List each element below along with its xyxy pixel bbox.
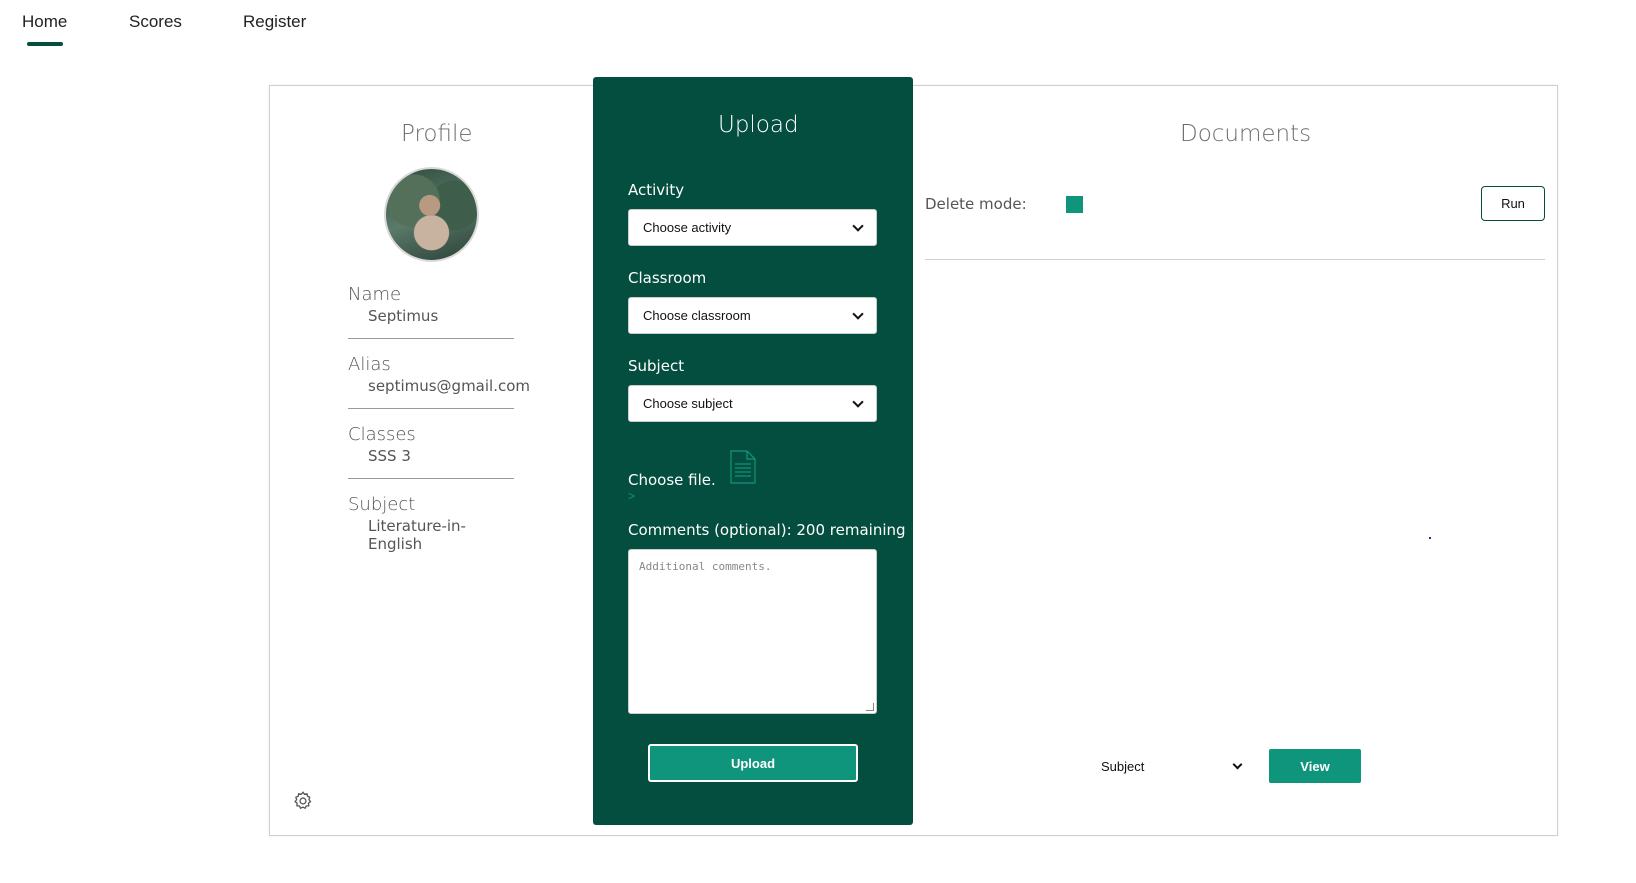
profile-subject: Subject Literature-in-English [348, 494, 514, 553]
subject-label: Subject [628, 357, 685, 375]
classroom-select-value: Choose classroom [643, 308, 751, 323]
subject-select[interactable]: Choose subject [628, 385, 877, 422]
choose-file-label[interactable]: Choose file. [628, 471, 716, 489]
chevron-down-icon [852, 307, 864, 320]
profile-alias: Alias septimus@gmail.com [348, 354, 531, 395]
upload-title: Upload [718, 112, 799, 138]
chevron-down-icon [1232, 759, 1243, 769]
nav-home[interactable]: Home [22, 12, 67, 32]
profile-alias-label: Alias [348, 354, 391, 375]
profile-classes: Classes SSS 3 [348, 424, 514, 465]
profile-alias-value: septimus@gmail.com [368, 377, 531, 395]
chevron-right-icon: > [628, 489, 636, 503]
subject-filter-select[interactable]: Subject [1101, 755, 1243, 777]
activity-select[interactable]: Choose activity [628, 209, 877, 246]
nav-scores[interactable]: Scores [129, 12, 182, 32]
comments-placeholder: Additional comments. [639, 560, 772, 573]
run-button[interactable]: Run [1481, 186, 1545, 221]
nav-register[interactable]: Register [243, 12, 306, 32]
comments-textarea[interactable]: Additional comments. [628, 549, 877, 714]
chevron-down-icon [852, 395, 864, 408]
profile-classes-value: SSS 3 [368, 447, 411, 465]
divider [348, 338, 514, 339]
avatar [384, 167, 479, 262]
view-button[interactable]: View [1269, 749, 1361, 783]
top-nav: Home Scores Register [0, 0, 1636, 50]
delete-mode-checkbox[interactable] [1066, 196, 1083, 213]
comments-label: Comments (optional): 200 remaining [628, 521, 906, 539]
upload-panel: Upload Activity Choose activity Classroo… [593, 77, 913, 825]
delete-mode-label: Delete mode: [925, 195, 1027, 213]
upload-button[interactable]: Upload [648, 744, 858, 782]
profile-subject-value: Literature-in-English [368, 517, 466, 553]
subject-filter-value: Subject [1101, 758, 1145, 774]
classroom-label: Classroom [628, 269, 707, 287]
nav-active-indicator [27, 42, 63, 46]
dot [1429, 537, 1431, 539]
documents-title: Documents [1180, 121, 1312, 147]
profile-classes-label: Classes [348, 424, 416, 445]
profile-subject-label: Subject [348, 494, 416, 515]
activity-label: Activity [628, 181, 685, 199]
documents-divider [925, 259, 1545, 260]
classroom-select[interactable]: Choose classroom [628, 297, 877, 334]
resize-handle[interactable] [866, 703, 874, 711]
gear-icon[interactable] [292, 790, 314, 812]
profile-name-label: Name [348, 284, 402, 305]
activity-select-value: Choose activity [643, 220, 732, 235]
divider [348, 408, 514, 409]
document-icon[interactable] [730, 450, 756, 484]
profile-title: Profile [401, 121, 473, 147]
divider [348, 478, 514, 479]
profile-name: Name Septimus [348, 284, 514, 325]
chevron-down-icon [852, 219, 864, 232]
subject-select-value: Choose subject [643, 396, 733, 411]
profile-name-value: Septimus [368, 307, 439, 325]
